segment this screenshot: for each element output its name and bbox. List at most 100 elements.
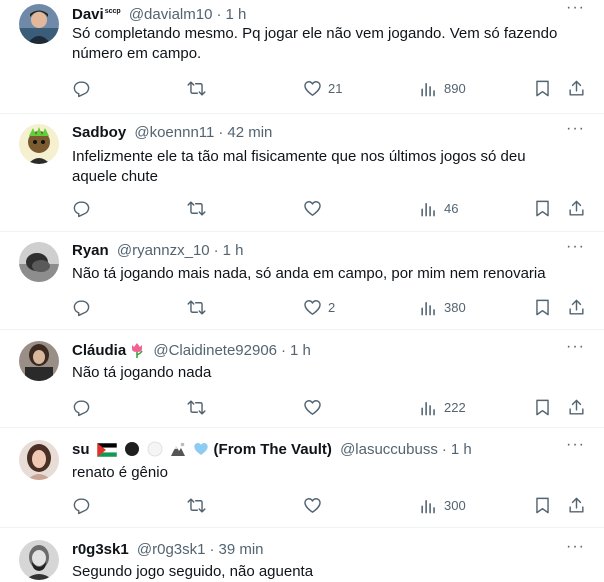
display-name[interactable]: Ryan <box>72 242 109 259</box>
more-icon[interactable]: ··· <box>566 239 584 257</box>
views-button[interactable]: 46 <box>419 198 458 218</box>
reply-button[interactable] <box>72 198 91 218</box>
views-icon <box>419 79 438 98</box>
name-superscript: sccp <box>104 8 121 15</box>
retweet-icon <box>187 199 206 218</box>
retweet-button[interactable] <box>187 297 206 317</box>
like-button[interactable] <box>303 198 322 218</box>
share-button[interactable] <box>567 78 586 98</box>
share-button[interactable] <box>567 198 586 218</box>
share-icon <box>567 496 586 515</box>
share-icon <box>567 298 586 317</box>
timestamp[interactable]: 1 h <box>223 242 244 259</box>
tulip-emoji <box>129 342 145 364</box>
tweet-item[interactable]: Davisccp @davialm10 · 1 h ··· Só completan… <box>0 0 604 114</box>
tweet-header: Sadboy @koennn11 · 42 min <box>72 123 272 143</box>
retweet-button[interactable] <box>187 78 206 98</box>
display-name[interactable]: Sadboy <box>72 124 126 141</box>
action-bar: 46 <box>72 198 592 218</box>
bookmark-button[interactable] <box>533 78 552 98</box>
like-count: 21 <box>328 80 343 96</box>
reply-icon <box>72 199 91 218</box>
bookmark-button[interactable] <box>533 198 552 218</box>
bookmark-button[interactable] <box>533 297 552 317</box>
username[interactable]: @Claidinete92906 <box>153 342 277 359</box>
username[interactable]: @davialm10 <box>129 6 213 23</box>
share-button[interactable] <box>567 397 586 417</box>
tweet-text: Infelizmente ele ta tão mal fisicamente … <box>72 148 526 185</box>
more-icon[interactable]: ··· <box>566 437 584 455</box>
bookmark-button[interactable] <box>533 397 552 417</box>
timestamp[interactable]: 1 h <box>290 342 311 359</box>
retweet-button[interactable] <box>187 495 206 515</box>
retweet-button[interactable] <box>187 198 206 218</box>
avatar[interactable] <box>19 4 59 44</box>
retweet-icon <box>187 298 206 317</box>
more-icon[interactable]: ··· <box>566 539 584 557</box>
views-count: 890 <box>444 80 466 96</box>
share-icon <box>567 79 586 98</box>
timestamp[interactable]: 39 min <box>218 541 263 558</box>
tweet-text: Não tá jogando mais nada, só anda em cam… <box>72 265 546 282</box>
reply-button[interactable] <box>72 297 91 317</box>
tweet-header: r0g3sk1 @r0g3sk1 · 39 min <box>72 540 264 560</box>
reply-button[interactable] <box>72 397 91 417</box>
more-icon[interactable]: ··· <box>566 121 584 139</box>
like-count: 2 <box>328 299 336 315</box>
timestamp[interactable]: 1 h <box>225 6 246 23</box>
views-button[interactable]: 300 <box>419 495 466 515</box>
username[interactable]: @r0g3sk1 <box>137 541 206 558</box>
like-button[interactable] <box>303 397 322 417</box>
timestamp[interactable]: 1 h <box>451 441 472 458</box>
tweet-item[interactable]: Ryan @ryannzx_10 · 1 h ··· Não tá jogando … <box>0 232 604 330</box>
retweet-button[interactable] <box>187 397 206 417</box>
display-name[interactable]: Cláudia <box>72 342 126 359</box>
views-button[interactable]: 222 <box>419 397 466 417</box>
like-button[interactable]: 21 <box>303 78 342 98</box>
retweet-icon <box>187 79 206 98</box>
reply-icon <box>72 398 91 417</box>
reply-button[interactable] <box>72 495 91 515</box>
display-name[interactable]: su <box>72 441 90 458</box>
timestamp[interactable]: 42 min <box>227 124 272 141</box>
share-button[interactable] <box>567 297 586 317</box>
separator: · <box>213 242 219 259</box>
bookmark-button[interactable] <box>533 495 552 515</box>
tweet-item[interactable]: Cláudia @Claidinete92906 · 1 h ··· Não tá … <box>0 330 604 428</box>
tweet-header: Ryan @ryannzx_10 · 1 h <box>72 241 244 261</box>
share-icon <box>567 398 586 417</box>
tweet-item[interactable]: su (From The Vault) @lasuccubuss · 1 h ···… <box>0 428 604 528</box>
display-name[interactable]: r0g3sk1 <box>72 541 129 558</box>
like-button[interactable] <box>303 495 322 515</box>
more-icon[interactable]: ··· <box>566 339 584 357</box>
username[interactable]: @lasuccubuss <box>340 441 438 458</box>
more-icon[interactable]: ··· <box>566 0 584 18</box>
display-name-suffix[interactable]: (From The Vault) <box>214 441 332 458</box>
share-button[interactable] <box>567 495 586 515</box>
views-button[interactable]: 890 <box>419 78 466 98</box>
tweet-item[interactable]: Sadboy @koennn11 · 42 min ··· Infelizmente… <box>0 114 604 232</box>
bookmark-icon <box>533 79 552 98</box>
separator: · <box>281 342 287 359</box>
share-icon <box>567 199 586 218</box>
tweet-text: renato é gênio <box>72 464 168 481</box>
avatar[interactable] <box>19 242 59 282</box>
display-name[interactable]: Davi <box>72 6 104 23</box>
avatar[interactable] <box>19 341 59 381</box>
avatar[interactable] <box>19 440 59 480</box>
like-icon <box>303 496 322 515</box>
bookmark-icon <box>533 199 552 218</box>
like-button[interactable]: 2 <box>303 297 335 317</box>
separator: · <box>216 6 222 23</box>
username[interactable]: @ryannzx_10 <box>117 242 210 259</box>
like-icon <box>303 79 322 98</box>
username[interactable]: @koennn11 <box>134 124 214 141</box>
tweet-item[interactable]: r0g3sk1 @r0g3sk1 · 39 min ··· Segundo jogo… <box>0 528 604 582</box>
views-count: 380 <box>444 299 466 315</box>
avatar[interactable] <box>19 124 59 164</box>
reply-button[interactable] <box>72 78 91 98</box>
black-circle-emoji <box>124 441 140 463</box>
views-button[interactable]: 380 <box>419 297 466 317</box>
avatar[interactable] <box>19 540 59 580</box>
views-icon <box>419 398 438 417</box>
